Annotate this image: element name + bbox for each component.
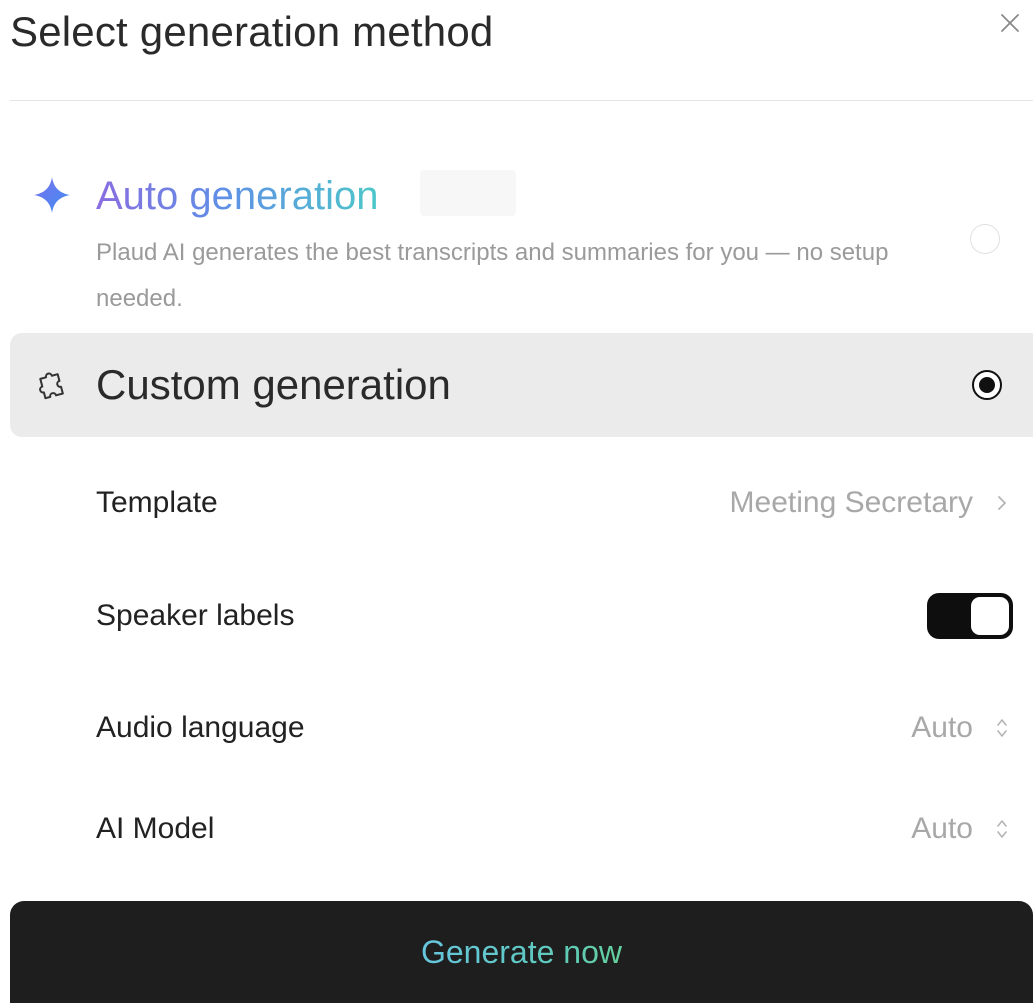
toggle-knob [971, 597, 1009, 635]
header-divider [10, 100, 1033, 101]
audio-language-row[interactable]: Audio language Auto [96, 700, 1013, 756]
template-selector[interactable]: Meeting Secretary [730, 486, 1013, 520]
generate-now-button[interactable]: Generate now [10, 901, 1033, 1003]
generate-now-label: Generate now [420, 933, 622, 970]
auto-generation-badge [420, 170, 516, 216]
template-row[interactable]: Template Meeting Secretary [96, 475, 1013, 531]
custom-generation-radio[interactable] [972, 370, 1002, 400]
ai-model-select[interactable]: Auto [911, 812, 1013, 846]
custom-generation-option[interactable]: Custom generation [10, 333, 1033, 437]
speaker-labels-label: Speaker labels [96, 599, 295, 632]
speaker-labels-toggle[interactable] [927, 593, 1013, 639]
auto-generation-radio[interactable] [970, 224, 1000, 254]
close-icon [1001, 14, 1019, 32]
speaker-labels-row: Speaker labels [96, 588, 1013, 644]
template-value: Meeting Secretary [729, 486, 973, 519]
audio-language-select[interactable]: Auto [911, 711, 1013, 745]
generation-method-dialog: Select generation method Auto generation… [0, 0, 1033, 1003]
chevron-right-icon [991, 488, 1013, 518]
ai-model-value: Auto [911, 812, 973, 845]
ai-model-row[interactable]: AI Model Auto [96, 801, 1013, 857]
auto-generation-option[interactable]: Auto generation Plaud AI generates the b… [10, 160, 1033, 320]
template-label: Template [96, 486, 218, 519]
sparkle-icon [34, 177, 70, 213]
chevron-up-down-icon [991, 814, 1013, 844]
dialog-title: Select generation method [10, 8, 494, 55]
ai-model-label: AI Model [96, 812, 215, 845]
audio-language-label: Audio language [96, 711, 305, 744]
puzzle-icon [39, 372, 64, 400]
auto-generation-title: Auto generation [96, 170, 378, 222]
auto-generation-description: Plaud AI generates the best transcripts … [96, 239, 889, 312]
close-button[interactable] [993, 6, 1027, 40]
radio-dot [979, 377, 995, 393]
audio-language-value: Auto [911, 711, 973, 744]
custom-generation-title: Custom generation [96, 361, 451, 408]
chevron-up-down-icon [991, 713, 1013, 743]
